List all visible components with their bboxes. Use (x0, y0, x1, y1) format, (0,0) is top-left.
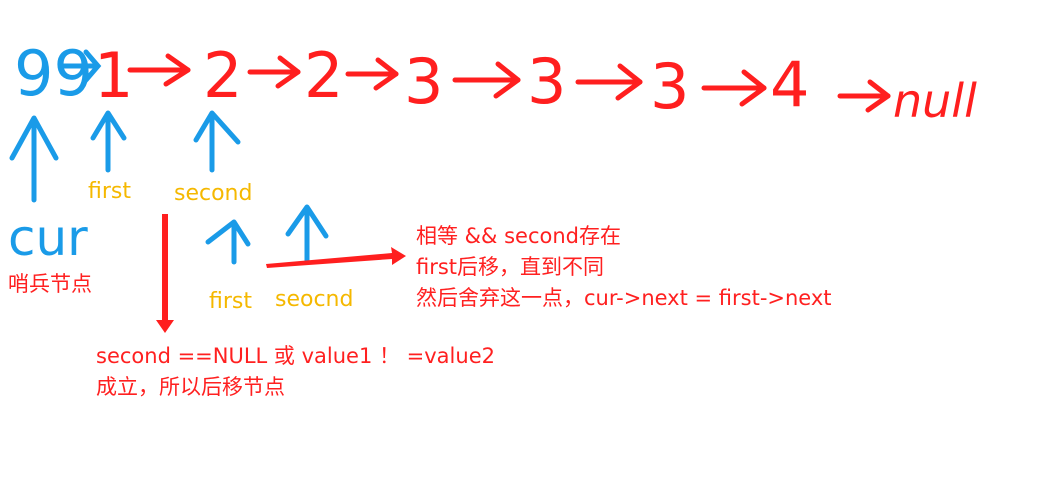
note-arrows (156, 214, 406, 333)
list-node-4: 3 (404, 45, 443, 118)
list-arrow-2 (247, 55, 301, 89)
list-node-5: 3 (527, 45, 566, 118)
list-arrow-4 (452, 61, 521, 99)
arrow-to-right-note (266, 247, 406, 268)
list-arrow-6 (701, 69, 767, 107)
list-node-7: 4 (770, 48, 809, 121)
second-bottom-pointer-arrow (285, 204, 329, 265)
cur-label: cur (8, 209, 88, 267)
right-note-line-1: 相等 && second存在 (416, 224, 621, 248)
sentinel-label: 哨兵节点 (8, 272, 92, 296)
list-node-3: 2 (304, 39, 343, 112)
list-arrow-5 (575, 63, 643, 101)
bottom-note-line-1: second ==NULL 或 value1 ！ =value2 (96, 344, 495, 368)
first-top-pointer-arrow (90, 110, 127, 173)
list-arrow-3 (345, 57, 399, 91)
first-bottom-pointer-arrow (205, 219, 251, 265)
bottom-note: second ==NULL 或 value1 ！ =value2 成立，所以后移… (96, 341, 495, 403)
cur-pointer-arrow (9, 115, 59, 203)
list-node-1: 1 (94, 39, 133, 112)
list-arrow-7 (837, 79, 891, 113)
bottom-note-line-2: 成立，所以后移节点 (96, 375, 285, 399)
list-node-2: 2 (203, 39, 242, 112)
list-node-6: 3 (650, 50, 689, 123)
right-note-line-3: 然后舍弃这一点，cur->next = first->next (416, 286, 832, 310)
list-tail-null: null (893, 74, 977, 128)
first-top-label: first (88, 179, 131, 204)
first-bottom-label: first (209, 289, 252, 314)
second-top-label: second (174, 181, 253, 206)
second-bottom-label: seocnd (275, 287, 354, 312)
right-note: 相等 && second存在 first后移，直到不同 然后舍弃这一点，cur-… (416, 221, 832, 314)
right-note-line-2: first后移，直到不同 (416, 255, 605, 279)
list-arrow-1 (127, 53, 191, 87)
dummy-node-value: 99 (14, 37, 93, 110)
arrow-to-bottom-note (156, 214, 174, 333)
second-top-pointer-arrow (193, 110, 241, 173)
